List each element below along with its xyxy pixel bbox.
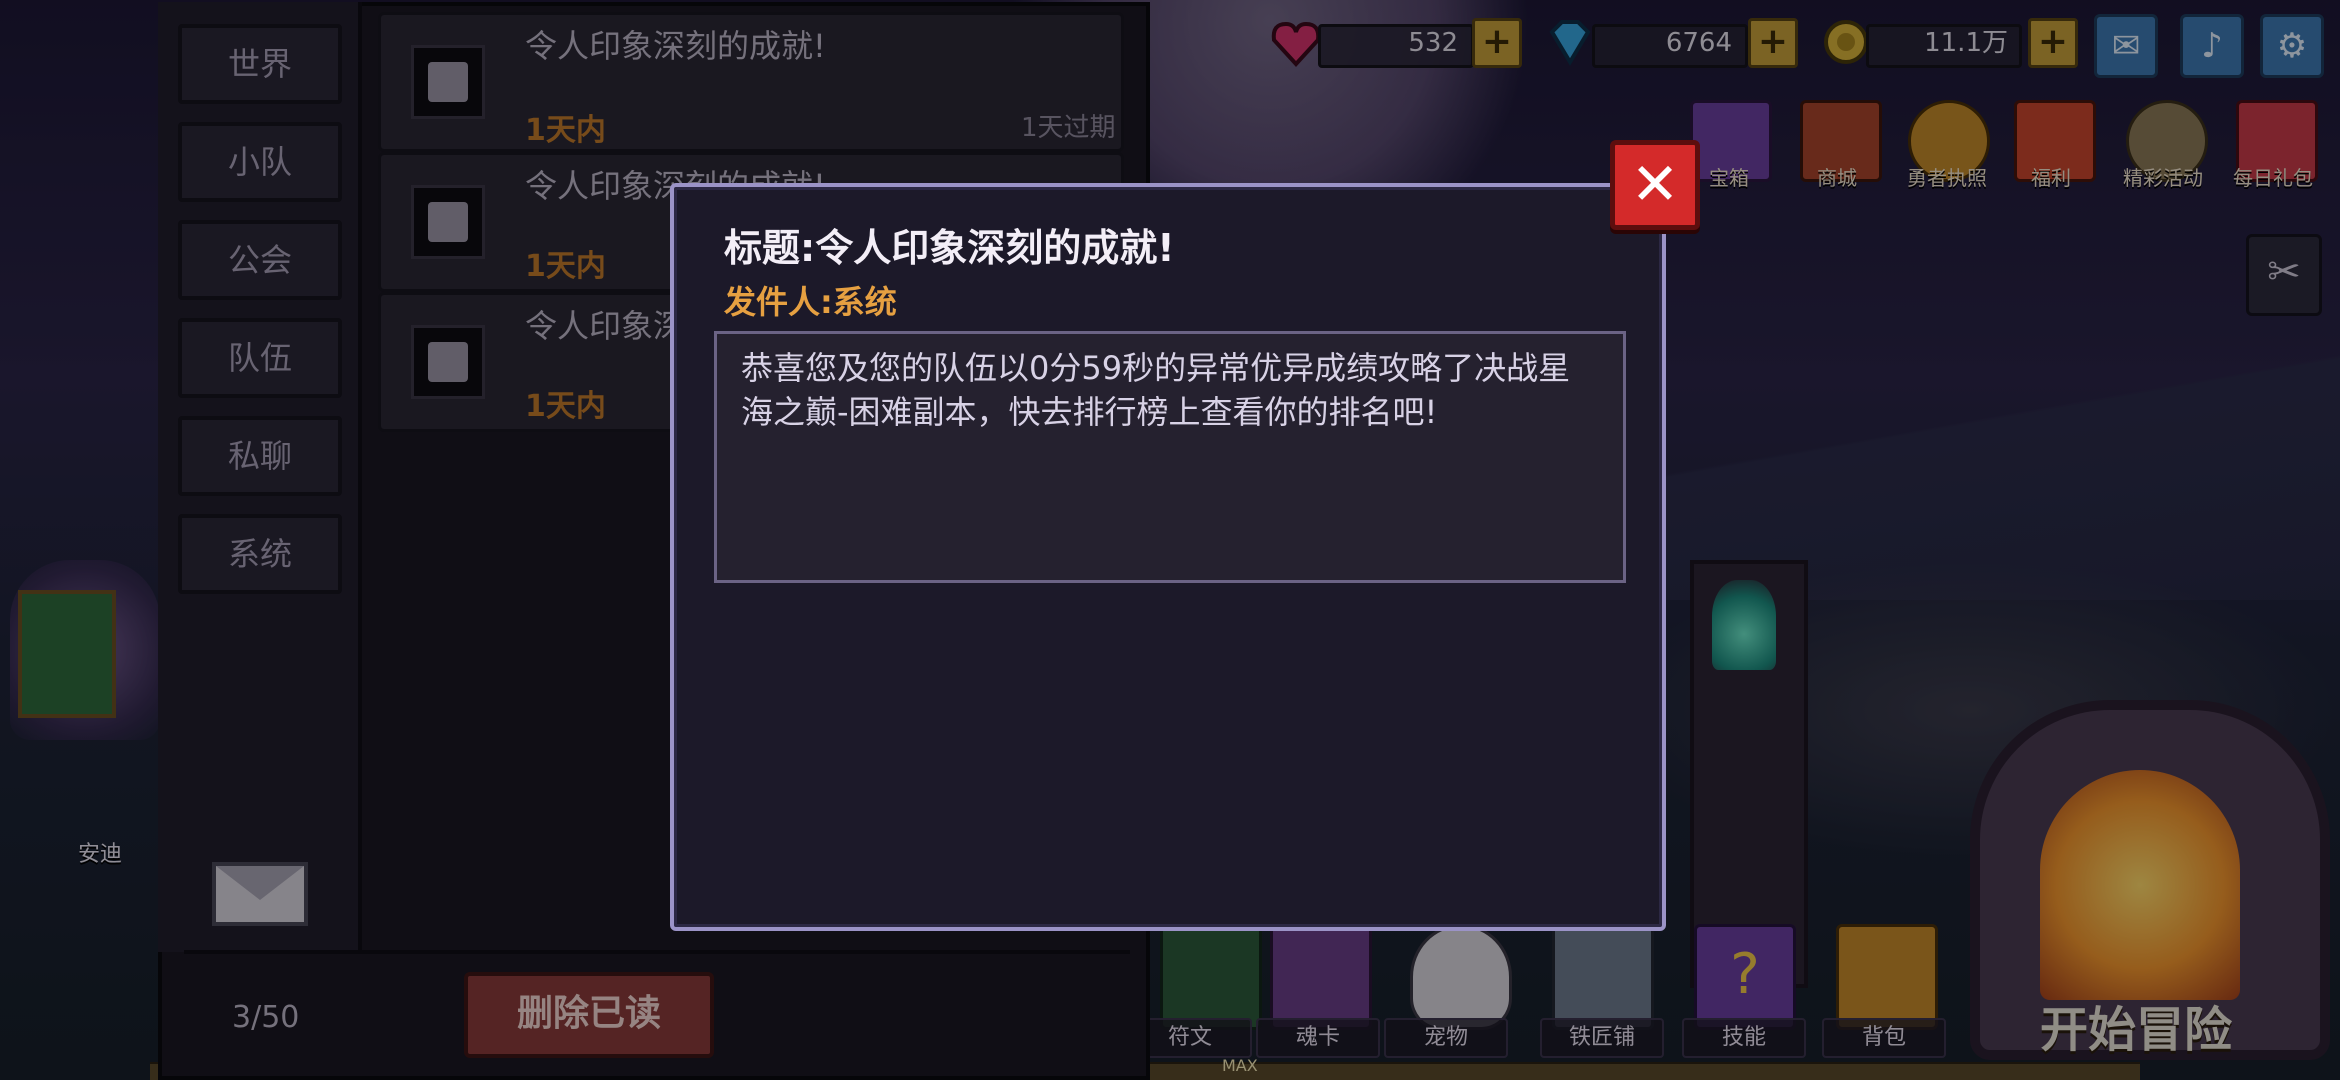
close-icon: ✕ — [1630, 150, 1680, 218]
modal-body-text: 恭喜您及您的队伍以0分59秒的异常优异成绩攻略了决战星海之巅-困难副本，快去排行… — [714, 331, 1626, 583]
mail-detail-modal: 标题:令人印象深刻的成就! 发件人:系统 恭喜您及您的队伍以0分59秒的异常优异… — [670, 183, 1666, 931]
modal-title: 标题:令人印象深刻的成就! — [724, 226, 1175, 270]
modal-sender: 发件人:系统 — [724, 283, 897, 321]
close-button[interactable]: ✕ — [1610, 140, 1700, 230]
